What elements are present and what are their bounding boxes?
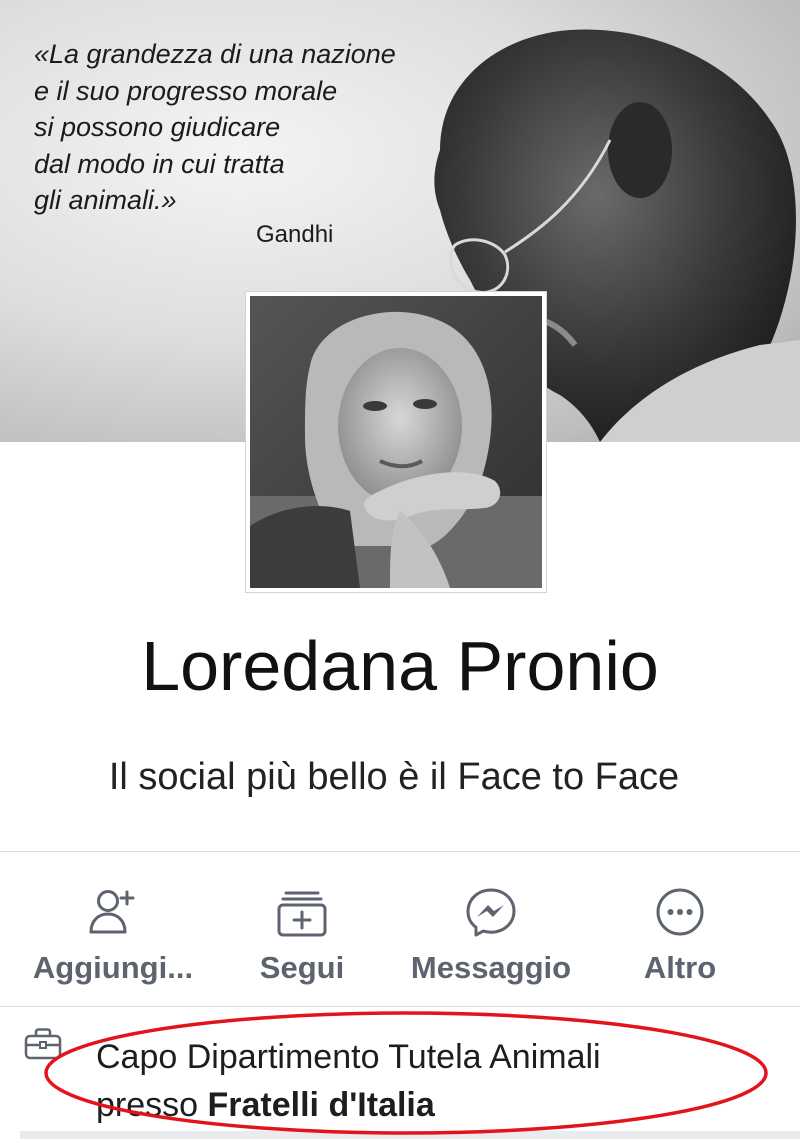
work-info[interactable]: Capo Dipartimento Tutela Animali presso … bbox=[0, 1007, 800, 1139]
work-employer-line: presso Fratelli d'Italia bbox=[96, 1081, 601, 1129]
messenger-icon bbox=[466, 888, 516, 937]
profile-name: Loredana Pronio bbox=[141, 627, 659, 705]
profile-actions: Aggiungi... Segui Messaggio Altro bbox=[0, 852, 800, 1006]
message-button[interactable]: Messaggio bbox=[391, 852, 591, 1006]
profile-photo bbox=[250, 296, 542, 588]
follow-label: Segui bbox=[259, 950, 345, 985]
more-label: Altro bbox=[643, 950, 717, 985]
work-prefix: presso bbox=[96, 1086, 199, 1124]
profile-bio: Il social più bello è il Face to Face bbox=[108, 756, 680, 798]
profile-picture[interactable] bbox=[245, 291, 547, 593]
briefcase-icon bbox=[24, 1028, 62, 1060]
work-organization[interactable]: Fratelli d'Italia bbox=[208, 1086, 435, 1124]
more-icon bbox=[656, 888, 704, 936]
message-label: Messaggio bbox=[410, 950, 572, 985]
work-position: Capo Dipartimento Tutela Animali bbox=[96, 1038, 601, 1076]
follow-button[interactable]: Segui bbox=[202, 852, 402, 1006]
profile-photo-illustration bbox=[250, 296, 542, 588]
section-separator bbox=[20, 1131, 800, 1139]
more-button[interactable]: Altro bbox=[580, 852, 780, 1006]
add-friend-icon bbox=[89, 890, 135, 934]
add-friend-label: Aggiungi... bbox=[32, 950, 194, 985]
work-text: Capo Dipartimento Tutela Animali presso … bbox=[96, 1033, 601, 1129]
add-friend-button[interactable]: Aggiungi... bbox=[13, 852, 213, 1006]
follow-icon bbox=[277, 891, 327, 937]
